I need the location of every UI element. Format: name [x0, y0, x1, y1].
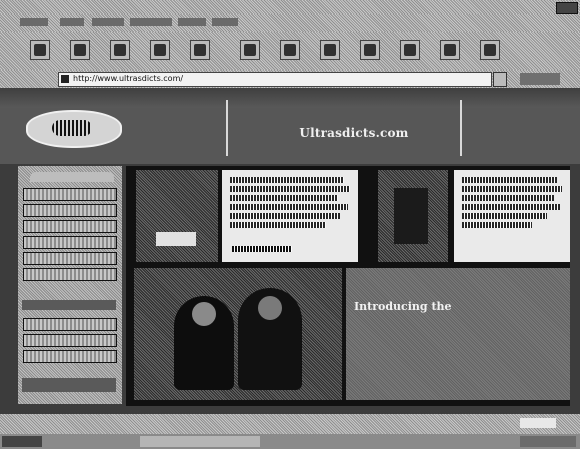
stop-button[interactable] [110, 40, 130, 60]
menu-item-edit[interactable] [60, 18, 84, 26]
sidebar [18, 166, 122, 404]
headline-overlay [346, 268, 570, 400]
sidebar-header [30, 172, 114, 182]
article-right-lines [462, 177, 562, 228]
address-url: http://www.ultrasdicts.com/ [73, 74, 184, 83]
sidebar-item-2[interactable] [23, 204, 117, 217]
favorites-button[interactable] [280, 40, 300, 60]
discuss-button[interactable] [480, 40, 500, 60]
arrow-left-icon [34, 44, 46, 56]
sidebar-item-9[interactable] [23, 350, 117, 363]
search-button[interactable] [240, 40, 260, 60]
sidebar-item-3[interactable] [23, 220, 117, 233]
edit-button[interactable] [440, 40, 460, 60]
address-dropdown-icon[interactable] [493, 72, 507, 87]
header-divider [226, 100, 228, 156]
print-button[interactable] [400, 40, 420, 60]
sidebar-footer [22, 378, 116, 392]
menu-item-help[interactable] [212, 18, 238, 26]
menu-item-favorites[interactable] [130, 18, 172, 26]
site-title-text: Ultrasdicts.com [299, 126, 409, 140]
feature-image-left[interactable] [136, 170, 218, 262]
history-icon [324, 44, 336, 56]
site-title: Ultrasdicts.com [284, 122, 424, 140]
star-icon [284, 44, 296, 56]
sidebar-item-7[interactable] [23, 318, 117, 331]
sidebar-item-1[interactable] [23, 188, 117, 201]
image-figure [394, 188, 428, 244]
home-button[interactable] [190, 40, 210, 60]
status-bar [0, 414, 580, 449]
refresh-icon [154, 44, 166, 56]
chat-icon [484, 44, 496, 56]
history-button[interactable] [320, 40, 340, 60]
internet-zone-icon [520, 418, 556, 428]
feature-image-right[interactable] [378, 170, 448, 262]
stop-icon [114, 44, 126, 56]
forward-button[interactable] [70, 40, 90, 60]
article-left-more-link[interactable] [232, 246, 292, 252]
sidebar-item-8[interactable] [23, 334, 117, 347]
face-left [192, 302, 216, 326]
logo-mark [52, 120, 92, 136]
face-right [258, 296, 282, 320]
article-left-lines [230, 177, 350, 228]
mail-button[interactable] [360, 40, 380, 60]
sidebar-item-5[interactable] [23, 252, 117, 265]
start-button[interactable] [2, 436, 42, 447]
header-accent [0, 88, 580, 108]
image-label [156, 232, 196, 246]
sidebar-item-6[interactable] [23, 268, 117, 281]
mail-icon [364, 44, 376, 56]
headline-text[interactable]: Introducing the [354, 300, 452, 313]
featured-photo[interactable] [134, 268, 342, 400]
article-left [222, 170, 358, 262]
system-tray [520, 436, 576, 447]
arrow-right-icon [74, 44, 86, 56]
address-bar: http://www.ultrasdicts.com/ [0, 70, 580, 88]
sidebar-section-label [22, 300, 116, 310]
back-button[interactable] [30, 40, 50, 60]
header-divider-right [460, 100, 462, 156]
menu-item-view[interactable] [92, 18, 124, 26]
pencil-icon [444, 44, 456, 56]
go-button[interactable] [520, 73, 560, 85]
close-icon[interactable] [556, 2, 578, 14]
menu-bar [0, 14, 580, 32]
sidebar-item-4[interactable] [23, 236, 117, 249]
toolbar [0, 32, 580, 70]
web-viewport: Ultrasdicts.com Introducing the [0, 88, 580, 414]
menu-item-tools[interactable] [178, 18, 206, 26]
search-icon [244, 44, 256, 56]
menu-item-file[interactable] [20, 18, 48, 26]
taskbar [0, 434, 580, 449]
page-icon [61, 75, 69, 83]
site-logo[interactable] [26, 110, 122, 148]
address-input[interactable]: http://www.ultrasdicts.com/ [58, 72, 492, 87]
taskbar-item[interactable] [140, 436, 260, 447]
refresh-button[interactable] [150, 40, 170, 60]
home-icon [194, 44, 206, 56]
article-right [454, 170, 570, 262]
title-bar [0, 0, 580, 14]
printer-icon [404, 44, 416, 56]
